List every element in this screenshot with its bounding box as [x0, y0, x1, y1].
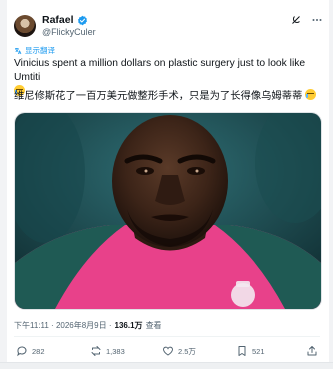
right-gutter: [329, 0, 333, 369]
post-translation-content: 维尼修斯花了一百万美元做整形手术，只是为了长得像乌姆蒂蒂: [14, 91, 303, 102]
show-translation-link[interactable]: 显示翻译: [14, 45, 55, 56]
post-image[interactable]: [14, 112, 322, 310]
like-button[interactable]: 2.5万: [162, 345, 196, 357]
like-count: 2.5万: [178, 346, 196, 356]
header-actions: [290, 14, 323, 26]
post-meta: 下午11:11 · 2026年8月9日 · 136.1万 查看: [14, 320, 162, 331]
author-name[interactable]: Rafael: [42, 14, 74, 26]
more-options-icon[interactable]: [311, 14, 323, 26]
translate-icon: [15, 47, 22, 54]
left-gutter: [0, 0, 7, 369]
share-icon: [307, 346, 317, 356]
share-button[interactable]: [306, 345, 318, 357]
post-translation: 维尼修斯花了一百万美元做整形手术，只是为了长得像乌姆蒂蒂: [14, 89, 319, 104]
reply-count: 282: [32, 346, 45, 356]
grok-icon[interactable]: [290, 14, 302, 26]
author-name-row[interactable]: Rafael: [42, 14, 88, 26]
repost-count: 1,383: [106, 346, 125, 356]
reply-icon: [17, 346, 27, 357]
views-count: 136.1万: [114, 321, 143, 330]
avatar[interactable]: [14, 15, 36, 37]
post-image-graphic: [15, 113, 321, 309]
crying-face-icon: [305, 89, 317, 100]
show-translation-label[interactable]: 显示翻译: [25, 45, 55, 56]
action-bar: 282 1,383 2.5万 521: [16, 345, 320, 359]
repost-button[interactable]: 1,383: [90, 345, 125, 357]
bookmark-count: 521: [252, 346, 265, 356]
heart-icon: [163, 346, 173, 356]
views-label: 查看: [145, 321, 162, 330]
bookmark-button[interactable]: 521: [236, 345, 265, 357]
post-timestamp[interactable]: 下午11:11 · 2026年8月9日 ·: [14, 320, 112, 331]
author-handle[interactable]: @FlickyCuler: [42, 27, 96, 37]
tweet-detail-view: Rafael @FlickyCuler 显示翻译 Vinicius spent …: [0, 0, 333, 369]
post-text-content: Vinicius spent a million dollars on plas…: [14, 58, 306, 83]
bottom-edge: [0, 362, 333, 369]
reply-button[interactable]: 282: [16, 345, 45, 357]
divider: [14, 336, 320, 337]
verified-badge-icon: [77, 15, 87, 25]
repost-icon: [91, 346, 101, 356]
bookmark-icon: [238, 346, 246, 356]
